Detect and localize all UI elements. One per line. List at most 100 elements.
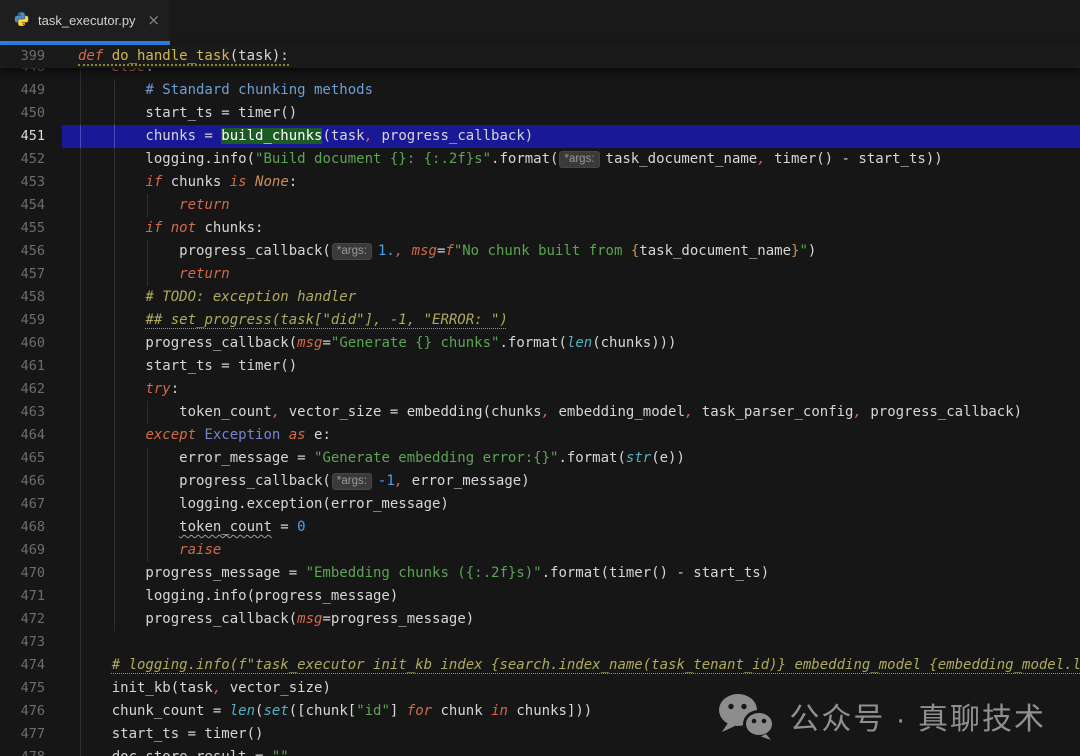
line-number[interactable]: 477 xyxy=(0,723,62,746)
code-line-content[interactable]: progress_message = "Embedding chunks ({:… xyxy=(62,562,1080,585)
line-number[interactable]: 457 xyxy=(0,263,62,286)
sticky-scroll-line[interactable]: 399 def do_handle_task(task): xyxy=(0,45,1080,68)
line-number[interactable]: 469 xyxy=(0,539,62,562)
code-line-content[interactable]: # TODO: exception handler xyxy=(62,286,1080,309)
line-number[interactable]: 472 xyxy=(0,608,62,631)
line-number[interactable]: 399 xyxy=(0,45,62,68)
code-line[interactable]: 454 return xyxy=(0,194,1080,217)
line-number[interactable]: 474 xyxy=(0,654,62,677)
code-line-content[interactable]: return xyxy=(62,263,1080,286)
code-line[interactable]: 459 ## set_progress(task["did"], -1, "ER… xyxy=(0,309,1080,332)
tab-task-executor[interactable]: task_executor.py × xyxy=(0,0,170,45)
code-line-content[interactable]: doc_store_result = "" xyxy=(62,746,1080,756)
code-line-content[interactable]: progress_callback(msg=progress_message) xyxy=(62,608,1080,631)
code-token: msg xyxy=(411,243,437,259)
code-line-content[interactable]: start_ts = timer() xyxy=(62,102,1080,125)
line-number[interactable]: 452 xyxy=(0,148,62,171)
code-text: progress_callback(msg=progress_message) xyxy=(78,611,474,627)
code-line[interactable]: 466 progress_callback(*args: -1, error_me… xyxy=(0,470,1080,493)
code-line[interactable]: 478 doc_store_result = "" xyxy=(0,746,1080,756)
line-number[interactable]: 453 xyxy=(0,171,62,194)
line-number[interactable]: 450 xyxy=(0,102,62,125)
code-line[interactable]: 464 except Exception as e: xyxy=(0,424,1080,447)
code-line[interactable]: 451 chunks = build_chunks(task, progress… xyxy=(0,125,1080,148)
code-line[interactable]: 450 start_ts = timer() xyxy=(0,102,1080,125)
code-text: ## set_progress(task["did"], -1, "ERROR:… xyxy=(78,312,507,328)
indent-guide xyxy=(113,378,115,401)
code-line[interactable]: 455 if not chunks: xyxy=(0,217,1080,240)
code-line[interactable]: 460 progress_callback(msg="Generate {} c… xyxy=(0,332,1080,355)
code-line[interactable]: 461 start_ts = timer() xyxy=(0,355,1080,378)
code-line-content[interactable]: return xyxy=(62,194,1080,217)
code-line-content[interactable]: # Standard chunking methods xyxy=(62,79,1080,102)
code-line-content[interactable]: if chunks is None: xyxy=(62,171,1080,194)
line-number[interactable]: 471 xyxy=(0,585,62,608)
line-number[interactable]: 473 xyxy=(0,631,62,654)
line-number[interactable]: 448 xyxy=(0,68,62,79)
code-line-content[interactable]: # logging.info(f"task_executor init_kb i… xyxy=(62,654,1080,677)
code-line-content[interactable]: def do_handle_task(task): xyxy=(62,45,289,68)
code-line[interactable]: 462 try: xyxy=(0,378,1080,401)
code-line-content[interactable]: except Exception as e: xyxy=(62,424,1080,447)
code-line[interactable]: 472 progress_callback(msg=progress_messa… xyxy=(0,608,1080,631)
code-line-content[interactable]: progress_callback(*args: -1, error_messag… xyxy=(62,470,1080,493)
code-line[interactable]: 471 logging.info(progress_message) xyxy=(0,585,1080,608)
code-line[interactable]: 465 error_message = "Generate embedding … xyxy=(0,447,1080,470)
code-line-content[interactable]: ## set_progress(task["did"], -1, "ERROR:… xyxy=(62,309,1080,332)
code-line[interactable]: 468 token_count = 0 xyxy=(0,516,1080,539)
line-number[interactable]: 461 xyxy=(0,355,62,378)
code-line-content[interactable]: logging.info(progress_message) xyxy=(62,585,1080,608)
code-line-content[interactable]: logging.info("Build document {}: {:.2f}s… xyxy=(62,148,1080,171)
line-number[interactable]: 458 xyxy=(0,286,62,309)
code-token: doc_store_result = xyxy=(78,749,272,756)
line-number[interactable]: 475 xyxy=(0,677,62,700)
line-number[interactable]: 467 xyxy=(0,493,62,516)
line-number[interactable]: 464 xyxy=(0,424,62,447)
line-number[interactable]: 468 xyxy=(0,516,62,539)
line-number[interactable]: 456 xyxy=(0,240,62,263)
code-line[interactable]: 467 logging.exception(error_message) xyxy=(0,493,1080,516)
code-line[interactable]: 449 # Standard chunking methods xyxy=(0,79,1080,102)
close-icon[interactable]: × xyxy=(147,13,160,28)
code-line-content[interactable]: token_count, vector_size = embedding(chu… xyxy=(62,401,1080,424)
code-line-content[interactable]: chunks = build_chunks(task, progress_cal… xyxy=(62,125,1080,148)
line-number[interactable]: 476 xyxy=(0,700,62,723)
code-line[interactable]: 456 progress_callback(*args: 1., msg=f"No… xyxy=(0,240,1080,263)
code-line-content[interactable]: if not chunks: xyxy=(62,217,1080,240)
line-number[interactable]: 466 xyxy=(0,470,62,493)
code-line-content[interactable]: try: xyxy=(62,378,1080,401)
code-line-content[interactable]: logging.exception(error_message) xyxy=(62,493,1080,516)
code-line-content[interactable]: else: xyxy=(62,68,1080,79)
code-text: start_ts = timer() xyxy=(78,358,297,374)
line-number[interactable]: 459 xyxy=(0,309,62,332)
code-line-content[interactable]: raise xyxy=(62,539,1080,562)
line-number[interactable]: 465 xyxy=(0,447,62,470)
code-line[interactable]: 452 logging.info("Build document {}: {:.… xyxy=(0,148,1080,171)
code-line-content[interactable]: progress_callback(*args: 1., msg=f"No chu… xyxy=(62,240,1080,263)
code-line[interactable]: 458 # TODO: exception handler xyxy=(0,286,1080,309)
code-line[interactable]: 453 if chunks is None: xyxy=(0,171,1080,194)
code-line[interactable]: 474 # logging.info(f"task_executor init_… xyxy=(0,654,1080,677)
line-number[interactable]: 454 xyxy=(0,194,62,217)
code-line[interactable]: 463 token_count, vector_size = embedding… xyxy=(0,401,1080,424)
code-line[interactable]: 399 def do_handle_task(task): xyxy=(0,45,289,68)
code-line-content[interactable]: error_message = "Generate embedding erro… xyxy=(62,447,1080,470)
code-line[interactable]: 469 raise xyxy=(0,539,1080,562)
code-line[interactable]: 473 xyxy=(0,631,1080,654)
code-line[interactable]: 470 progress_message = "Embedding chunks… xyxy=(0,562,1080,585)
line-number[interactable]: 478 xyxy=(0,746,62,756)
line-number[interactable]: 460 xyxy=(0,332,62,355)
code-line-content[interactable] xyxy=(62,631,1080,654)
line-number[interactable]: 455 xyxy=(0,217,62,240)
line-number[interactable]: 451 xyxy=(0,125,62,148)
line-number[interactable]: 463 xyxy=(0,401,62,424)
code-line-content[interactable]: token_count = 0 xyxy=(62,516,1080,539)
line-number[interactable]: 449 xyxy=(0,79,62,102)
code-line-content[interactable]: progress_callback(msg="Generate {} chunk… xyxy=(62,332,1080,355)
line-number[interactable]: 462 xyxy=(0,378,62,401)
code-line-content[interactable]: start_ts = timer() xyxy=(62,355,1080,378)
code-line[interactable]: 457 return xyxy=(0,263,1080,286)
code-line[interactable]: 448 else: xyxy=(0,68,1080,79)
line-number[interactable]: 470 xyxy=(0,562,62,585)
